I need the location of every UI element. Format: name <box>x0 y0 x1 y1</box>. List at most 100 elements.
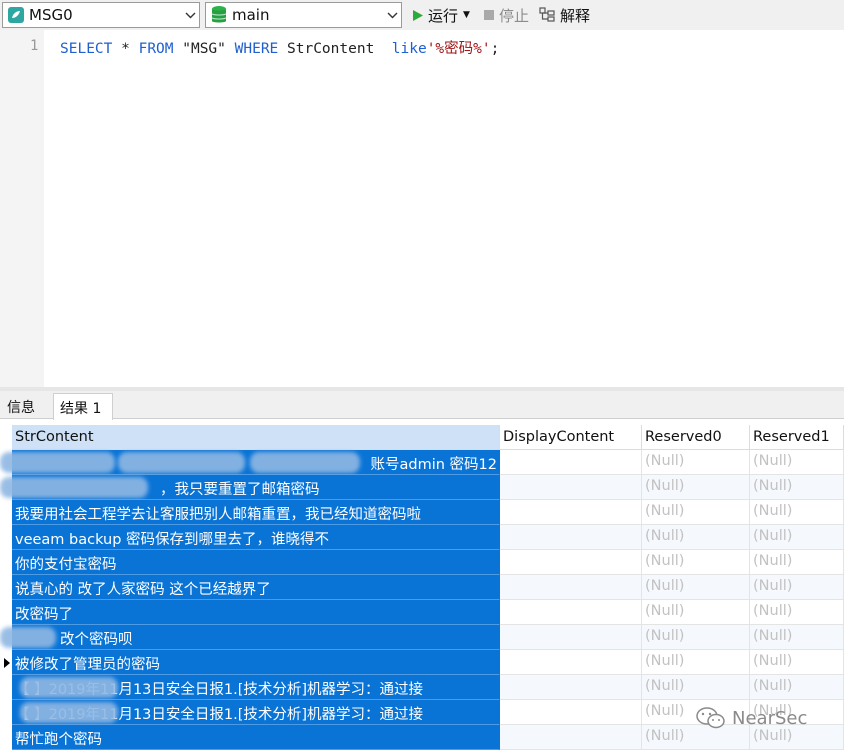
watermark: NearSec <box>696 706 807 730</box>
play-icon <box>413 9 423 21</box>
cell-reserved1[interactable]: (Null) <box>750 450 844 475</box>
redacted-mask <box>20 702 118 723</box>
connection-select[interactable]: MSG0 <box>2 2 200 28</box>
redacted-mask <box>250 452 360 473</box>
cell-displaycontent[interactable] <box>500 550 642 575</box>
result-grid[interactable]: StrContent DisplayContent Reserved0 Rese… <box>0 419 844 752</box>
column-header-displaycontent[interactable]: DisplayContent <box>500 425 642 450</box>
database-select[interactable]: main <box>205 2 402 28</box>
cell-strcontent[interactable]: 说真心的 改了人家密码 这个已经越界了 <box>12 575 500 600</box>
database-icon <box>211 6 227 23</box>
cell-strcontent[interactable]: 改密码了 <box>12 600 500 625</box>
table-row[interactable]: 改个密码呗 (Null) (Null) <box>0 625 844 650</box>
line-number-gutter: 1 <box>0 30 44 387</box>
cell-displaycontent[interactable] <box>500 500 642 525</box>
redacted-mask <box>20 677 118 698</box>
cell-displaycontent[interactable] <box>500 525 642 550</box>
cell-reserved0[interactable]: (Null) <box>642 575 750 600</box>
table-row[interactable]: 账号admin 密码12 (Null) (Null) <box>0 450 844 475</box>
connection-label: MSG0 <box>29 6 73 24</box>
cell-displaycontent[interactable] <box>500 575 642 600</box>
cell-reserved1[interactable]: (Null) <box>750 475 844 500</box>
cell-reserved1[interactable]: (Null) <box>750 675 844 700</box>
cell-displaycontent[interactable] <box>500 475 642 500</box>
table-row[interactable]: 我要用社会工程学去让客服把别人邮箱重置，我已经知道密码啦 (Null) (Null) <box>0 500 844 525</box>
cell-reserved0[interactable]: (Null) <box>642 500 750 525</box>
toolbar: MSG0 main 运行 ▼ 停止 解释 <box>0 0 844 30</box>
sql-token: "MSG" <box>173 41 235 57</box>
cell-displaycontent[interactable] <box>500 700 642 725</box>
caret-down-icon[interactable]: ▼ <box>463 10 470 20</box>
sql-token: like <box>391 41 427 57</box>
cell-reserved1[interactable]: (Null) <box>750 600 844 625</box>
watermark-text: NearSec <box>732 707 808 729</box>
cell-displaycontent[interactable] <box>500 675 642 700</box>
cell-reserved1[interactable]: (Null) <box>750 500 844 525</box>
cell-strcontent[interactable]: 你的支付宝密码 <box>12 550 500 575</box>
column-header-reserved0[interactable]: Reserved0 <box>642 425 750 450</box>
sql-token: '%密码%' <box>426 41 491 57</box>
stop-icon <box>484 10 494 20</box>
database-label: main <box>232 6 270 24</box>
cell-reserved1[interactable]: (Null) <box>750 525 844 550</box>
cell-strcontent[interactable]: 我要用社会工程学去让客服把别人邮箱重置，我已经知道密码啦 <box>12 500 500 525</box>
cell-displaycontent[interactable] <box>500 600 642 625</box>
run-button[interactable]: 运行 ▼ <box>412 4 470 26</box>
sql-code-line[interactable]: SELECT * FROM "MSG" WHERE StrContent lik… <box>60 37 499 58</box>
column-header-reserved1[interactable]: Reserved1 <box>750 425 844 450</box>
redacted-mask <box>0 452 115 473</box>
redacted-mask <box>118 452 245 473</box>
column-header-strcontent[interactable]: StrContent <box>12 425 500 450</box>
chevron-down-icon[interactable] <box>383 3 401 27</box>
cell-reserved1[interactable]: (Null) <box>750 550 844 575</box>
cell-reserved0[interactable]: (Null) <box>642 525 750 550</box>
tab-info[interactable]: 信息 <box>1 393 51 419</box>
cell-reserved0[interactable]: (Null) <box>642 650 750 675</box>
redacted-mask <box>0 627 56 648</box>
wechat-icon <box>696 707 725 729</box>
result-tabs: 信息 结果 1 <box>0 391 844 420</box>
cell-reserved1[interactable]: (Null) <box>750 575 844 600</box>
sql-token: StrContent <box>278 41 392 57</box>
cell-reserved0[interactable]: (Null) <box>642 450 750 475</box>
explain-icon <box>539 7 555 22</box>
table-row[interactable]: 被修改了管理员的密码 (Null) (Null) <box>0 650 844 675</box>
sql-token: SELECT <box>60 41 113 57</box>
stop-button[interactable]: 停止 <box>483 4 529 26</box>
cell-displaycontent[interactable] <box>500 725 642 750</box>
cell-strcontent[interactable]: veeam backup 密码保存到哪里去了，谁晓得不 <box>12 525 500 550</box>
table-row[interactable]: ，我只要重置了邮箱密码 (Null) (Null) <box>0 475 844 500</box>
cell-reserved0[interactable]: (Null) <box>642 550 750 575</box>
run-label: 运行 <box>428 6 459 25</box>
cell-strcontent[interactable]: 帮忙跑个密码 <box>12 725 500 750</box>
connection-icon <box>8 7 24 23</box>
table-row[interactable]: 【 】2019年11月13日安全日报1.[技术分析]机器学习：通过接 (Null)… <box>0 675 844 700</box>
current-row-indicator-icon <box>4 658 10 668</box>
stop-label: 停止 <box>499 6 530 25</box>
explain-label: 解释 <box>560 6 591 25</box>
cell-reserved0[interactable]: (Null) <box>642 600 750 625</box>
cell-reserved0[interactable]: (Null) <box>642 625 750 650</box>
line-number: 1 <box>30 38 39 54</box>
cell-reserved0[interactable]: (Null) <box>642 475 750 500</box>
sql-token: WHERE <box>234 41 279 57</box>
cell-displaycontent[interactable] <box>500 625 642 650</box>
cell-displaycontent[interactable] <box>500 450 642 475</box>
sql-token: * <box>112 41 139 57</box>
table-row[interactable]: 改密码了 (Null) (Null) <box>0 600 844 625</box>
explain-button[interactable]: 解释 <box>539 4 590 26</box>
sql-token: ; <box>490 41 500 57</box>
table-row[interactable]: 你的支付宝密码 (Null) (Null) <box>0 550 844 575</box>
cell-strcontent[interactable]: 被修改了管理员的密码 <box>12 650 500 675</box>
redacted-mask <box>0 477 148 498</box>
table-row[interactable]: veeam backup 密码保存到哪里去了，谁晓得不 (Null) (Null) <box>0 525 844 550</box>
cell-reserved1[interactable]: (Null) <box>750 625 844 650</box>
table-row[interactable]: 说真心的 改了人家密码 这个已经越界了 (Null) (Null) <box>0 575 844 600</box>
cell-strcontent[interactable]: 改个密码呗 <box>12 625 500 650</box>
cell-reserved0[interactable]: (Null) <box>642 675 750 700</box>
tab-result-1[interactable]: 结果 1 <box>53 393 113 420</box>
cell-displaycontent[interactable] <box>500 650 642 675</box>
chevron-down-icon[interactable] <box>181 3 199 27</box>
sql-editor[interactable]: 1 SELECT * FROM "MSG" WHERE StrContent l… <box>0 30 844 387</box>
cell-reserved1[interactable]: (Null) <box>750 650 844 675</box>
